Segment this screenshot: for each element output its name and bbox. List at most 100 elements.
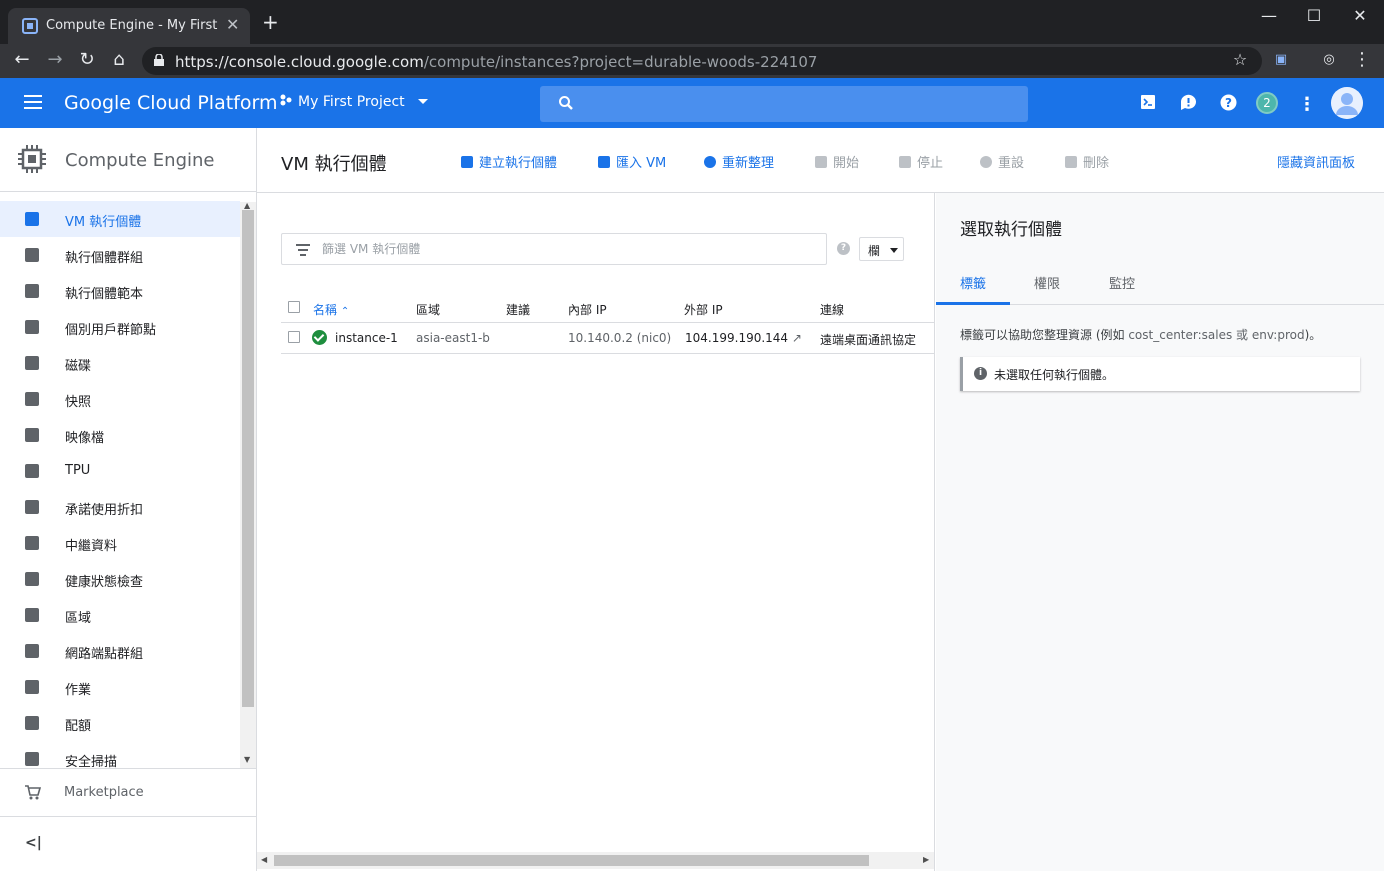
compute-engine-favicon-icon — [22, 18, 38, 34]
search-input[interactable] — [540, 86, 1028, 122]
sidebar-item-disk[interactable]: 磁碟 — [0, 345, 240, 381]
project-selector[interactable]: My First Project — [280, 94, 429, 110]
sidebar-item-label: 配額 — [65, 719, 92, 734]
tab-monitoring[interactable]: 監控 — [1109, 273, 1135, 292]
sidebar-scroll-thumb[interactable] — [242, 210, 254, 707]
instance-zone: asia-east1-b — [416, 331, 490, 345]
new-tab-icon[interactable]: + — [262, 12, 279, 32]
filter-input[interactable] — [322, 240, 802, 258]
refresh-button[interactable]: 重新整理 — [704, 152, 774, 171]
minimize-icon[interactable]: — — [1254, 6, 1284, 25]
sidebar-item-label: 磁碟 — [65, 359, 92, 374]
close-tab-icon[interactable]: ✕ — [226, 15, 239, 34]
horizontal-scrollbar[interactable]: ◀ ▶ — [257, 852, 934, 869]
window-close-icon[interactable]: ✕ — [1345, 6, 1375, 25]
account-avatar[interactable] — [1331, 87, 1363, 119]
column-header-zone[interactable]: 區域 — [416, 301, 440, 318]
horizontal-scroll-thumb[interactable] — [274, 855, 869, 866]
column-header-name[interactable]: 名稱 ⌃ — [313, 301, 349, 318]
reset-button[interactable]: 重設 — [980, 152, 1024, 171]
collapse-sidebar-button[interactable]: <| — [0, 816, 256, 871]
sidebar-item-zones[interactable]: 區域 — [0, 597, 240, 633]
info-panel-title: 選取執行個體 — [960, 220, 1062, 240]
sidebar-item-label: 中繼資料 — [65, 539, 118, 554]
columns-button[interactable]: 欄 — [859, 237, 904, 261]
row-checkbox[interactable] — [288, 331, 300, 343]
home-icon[interactable]: ⌂ — [108, 50, 130, 70]
notifications-badge[interactable]: 2 — [1256, 92, 1278, 114]
address-bar[interactable]: https://console.cloud.google.com/compute… — [142, 47, 1262, 75]
cart-icon — [25, 785, 41, 800]
sidebar-item-vm-instance[interactable]: VM 執行個體 — [0, 201, 240, 237]
image-icon — [25, 428, 39, 442]
gcp-header: Google Cloud Platform My First Project ?… — [0, 78, 1384, 128]
sidebar-item-metadata[interactable]: 中繼資料 — [0, 525, 240, 561]
column-header-internal-ip[interactable]: 內部 IP — [568, 301, 607, 318]
back-icon[interactable]: ← — [11, 50, 33, 70]
sidebar-item-snapshot[interactable]: 快照 — [0, 381, 240, 417]
browser-tab[interactable]: Compute Engine - My First Proj ✕ — [8, 8, 250, 44]
hamburger-menu-icon[interactable] — [24, 95, 42, 109]
select-all-checkbox[interactable] — [288, 301, 300, 313]
maximize-icon[interactable]: ☐ — [1299, 6, 1329, 25]
filter-bar[interactable] — [281, 233, 827, 265]
instance-name-link[interactable]: instance-1 — [335, 331, 398, 345]
incognito-icon[interactable]: ◎ — [1318, 50, 1340, 70]
sidebar-item-tpu[interactable]: TPU — [0, 453, 240, 489]
column-header-recommendation[interactable]: 建議 — [506, 301, 530, 318]
tab-permissions[interactable]: 權限 — [1034, 273, 1060, 292]
stop-button[interactable]: 停止 — [899, 152, 943, 171]
labels-description: 標籤可以協助您整理資源 (例如 cost_center:sales 或 env:… — [960, 328, 1322, 342]
sidebar-item-instance-group[interactable]: 執行個體群組 — [0, 237, 240, 273]
sidebar-item-label: 健康狀態檢查 — [65, 575, 144, 590]
forward-icon[interactable]: → — [44, 50, 66, 70]
compute-engine-chip-icon — [18, 145, 46, 173]
sidebar-item-operations[interactable]: 作業 — [0, 669, 240, 705]
sidebar-item-image[interactable]: 映像檔 — [0, 417, 240, 453]
sidebar-item-instance-template[interactable]: 執行個體範本 — [0, 273, 240, 309]
sidebar-item-label: 映像檔 — [65, 431, 105, 446]
filter-help-icon[interactable]: ? — [837, 242, 850, 255]
cloud-shell-icon[interactable] — [1138, 94, 1158, 114]
scroll-up-arrow-icon[interactable]: ▲ — [244, 201, 250, 210]
more-vert-icon[interactable]: ⋮ — [1297, 94, 1317, 115]
bookmark-star-icon[interactable]: ☆ — [1229, 50, 1251, 70]
reload-icon[interactable]: ↻ — [76, 50, 98, 70]
translate-icon[interactable]: ▣ — [1270, 50, 1292, 70]
start-button[interactable]: 開始 — [815, 152, 859, 171]
scroll-down-arrow-icon[interactable]: ▼ — [244, 755, 250, 764]
feedback-icon[interactable] — [1178, 94, 1198, 114]
column-header-connect[interactable]: 連線 — [820, 301, 844, 318]
main-content: ? 欄 名稱 ⌃ 區域 建議 內部 IP 外部 IP 連線 instance-1… — [257, 193, 935, 871]
import-vm-button[interactable]: 匯入 VM — [598, 152, 666, 171]
sidebar-item-quotas[interactable]: 配額 — [0, 705, 240, 741]
page-toolbar: VM 執行個體 建立執行個體 匯入 VM 重新整理 開始 停止 重設 刪除 隱藏… — [257, 128, 1384, 193]
scroll-right-arrow-icon[interactable]: ▶ — [923, 855, 929, 864]
chevron-down-icon — [418, 99, 429, 104]
sidebar-item-discount[interactable]: 承諾使用折扣 — [0, 489, 240, 525]
sidebar-item-health-check[interactable]: 健康狀態檢查 — [0, 561, 240, 597]
health-check-icon — [25, 572, 39, 586]
help-icon[interactable]: ? — [1218, 94, 1238, 114]
connect-rdp-button[interactable]: 遠端桌面通訊協定 — [820, 331, 916, 348]
status-ok-icon — [312, 330, 327, 345]
sidebar-scrollbar[interactable]: ▲ ▼ — [240, 201, 256, 768]
open-external-icon: ↗ — [791, 331, 802, 345]
scroll-left-arrow-icon[interactable]: ◀ — [261, 855, 267, 864]
play-icon — [815, 156, 827, 168]
tab-labels[interactable]: 標籤 — [960, 273, 986, 292]
instance-external-ip[interactable]: 104.199.190.144 ↗ — [685, 331, 802, 345]
chrome-menu-icon[interactable]: ⋮ — [1351, 50, 1373, 70]
sidebar-item-sole-tenant[interactable]: 個別用戶群節點 — [0, 309, 240, 345]
sidebar-item-network-endpoint[interactable]: 網路端點群組 — [0, 633, 240, 669]
sidebar-item-label: 執行個體範本 — [65, 287, 144, 302]
instance-internal-ip: 10.140.0.2 (nic0) — [568, 331, 672, 345]
instance-group-icon — [25, 248, 39, 262]
sidebar-item-marketplace[interactable]: Marketplace — [0, 768, 256, 816]
hide-info-panel-button[interactable]: 隱藏資訊面板 — [1277, 152, 1355, 171]
discount-icon — [25, 500, 39, 514]
gcp-title[interactable]: Google Cloud Platform — [64, 92, 277, 114]
column-header-external-ip[interactable]: 外部 IP — [684, 301, 723, 318]
create-instance-button[interactable]: 建立執行個體 — [461, 152, 557, 171]
delete-button[interactable]: 刪除 — [1065, 152, 1109, 171]
